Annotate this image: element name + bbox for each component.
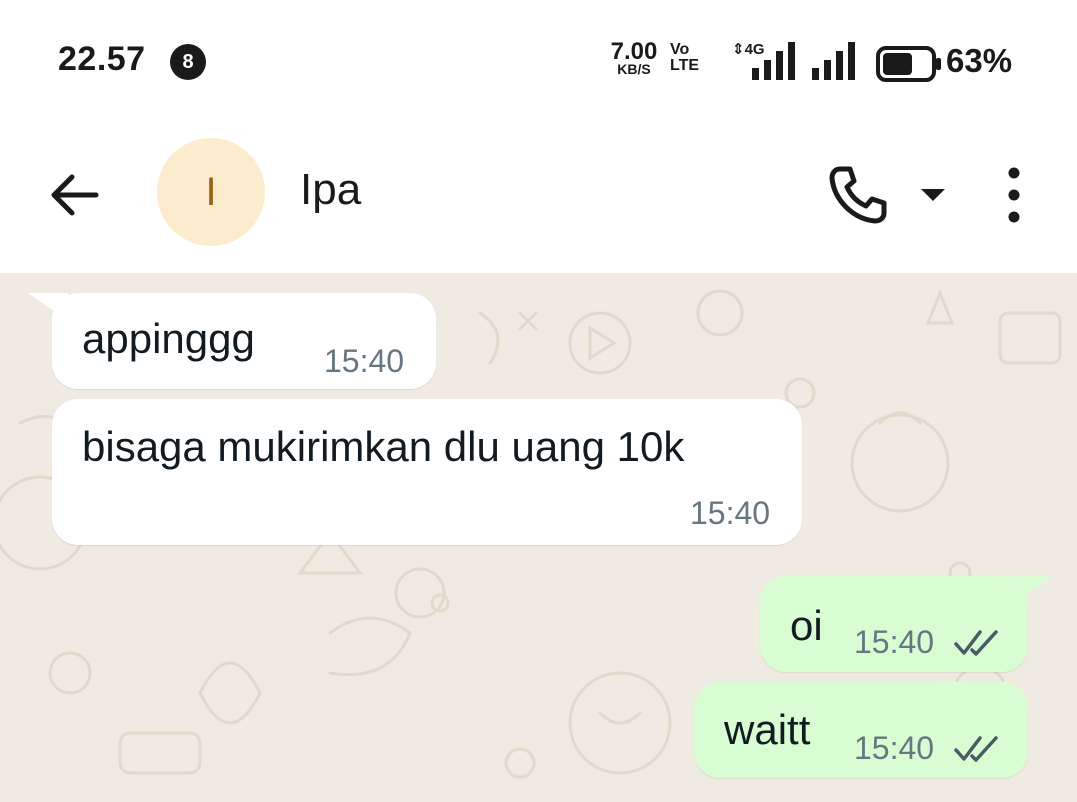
message-bubble-incoming[interactable]: appinggg 15:40	[52, 293, 436, 389]
phone-icon[interactable]	[826, 163, 890, 227]
status-bar: 22.57 8 7.00 KB/S Vo LTE ⇕4G 63%	[0, 0, 1077, 125]
message-text: oi	[790, 602, 823, 649]
volte-top-label: Vo	[670, 41, 690, 58]
signal-strength-icon-sim2	[812, 42, 855, 80]
volte-indicator: Vo LTE	[670, 42, 699, 74]
call-dropdown-caret-icon[interactable]	[916, 177, 950, 211]
volte-bottom-label: LTE	[670, 57, 700, 74]
message-bubble-incoming[interactable]: bisaga mukirimkan dlu uang 10k 15:40	[52, 399, 802, 545]
chat-header: I Ipa	[0, 125, 1077, 273]
message-text: bisaga mukirimkan dlu uang 10k	[82, 423, 685, 470]
contact-avatar[interactable]: I	[157, 138, 265, 246]
message-bubble-outgoing[interactable]: waitt 15:40	[694, 682, 1028, 778]
message-timestamp: 15:40	[854, 730, 935, 766]
read-receipt-ticks-icon	[954, 736, 998, 762]
more-vert-icon[interactable]	[994, 163, 1034, 227]
read-receipt-ticks-icon	[954, 630, 998, 656]
network-speed: 7.00 KB/S	[604, 40, 664, 77]
message-timestamp: 15:40	[324, 343, 405, 379]
signal-strength-icon	[752, 42, 795, 80]
bubble-tail	[28, 293, 68, 321]
contact-name[interactable]: Ipa	[300, 165, 361, 215]
status-clock: 22.57	[58, 40, 146, 78]
battery-icon	[876, 46, 941, 82]
message-bubble-outgoing[interactable]: oi 15:40	[760, 576, 1028, 672]
message-timestamp: 15:40	[854, 624, 935, 660]
back-arrow-icon[interactable]	[44, 165, 104, 225]
message-text: waitt	[724, 706, 811, 753]
message-timestamp: 15:40	[690, 495, 771, 531]
chat-message-list[interactable]: appinggg 15:40 bisaga mukirimkan dlu uan…	[0, 273, 1077, 802]
message-text: appinggg	[82, 315, 255, 362]
bubble-tail	[1012, 576, 1052, 604]
battery-percentage: 63%	[946, 42, 1013, 79]
notification-count-badge: 8	[170, 44, 206, 80]
